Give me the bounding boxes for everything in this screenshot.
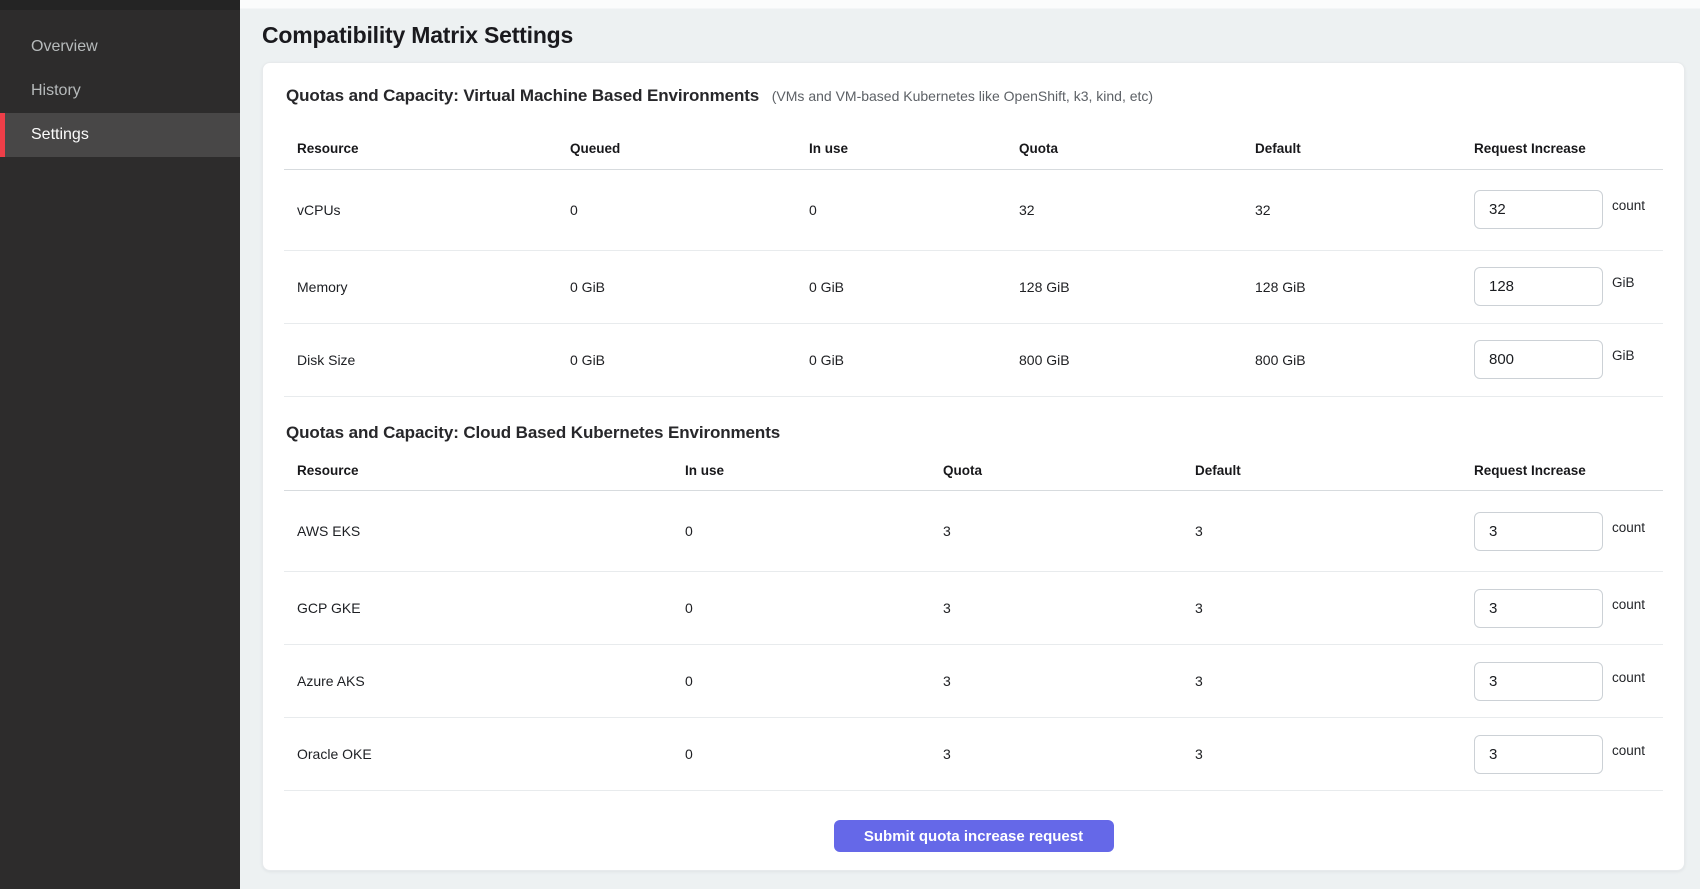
value-cell: 0 [557,169,796,250]
app-window: Overview History Settings Compatibility … [0,0,1700,889]
main-content: Compatibility Matrix Settings Quotas and… [240,0,1700,889]
column-header: Resource [284,451,672,491]
value-cell: 3 [1182,718,1461,791]
column-header: Quota [1006,129,1242,169]
value-cell: 0 [672,572,930,645]
table-row: Memory0 GiB0 GiB128 GiB128 GiBGiB [284,250,1663,323]
value-cell: 0 GiB [796,250,1006,323]
sidebar-nav: Overview History Settings [0,0,240,157]
request-increase-cell: count [1461,169,1663,250]
value-cell: 0 [672,645,930,718]
column-header: Default [1182,451,1461,491]
value-cell: 32 [1006,169,1242,250]
value-cell: 3 [930,645,1182,718]
unit-label: count [1612,520,1645,535]
vm-section-title-text: Quotas and Capacity: Virtual Machine Bas… [286,86,759,105]
value-cell: 0 GiB [796,323,1006,396]
header-row: ResourceIn useQuotaDefaultRequest Increa… [284,451,1663,491]
vm-quotas-section: Quotas and Capacity: Virtual Machine Bas… [284,83,1663,397]
sidebar-item-settings[interactable]: Settings [0,113,240,157]
resource-cell: GCP GKE [284,572,672,645]
request-increase-cell: GiB [1461,250,1663,323]
resource-cell: AWS EKS [284,491,672,572]
vm-quota-table: ResourceQueuedIn useQuotaDefaultRequest … [284,129,1663,397]
value-cell: 128 GiB [1242,250,1461,323]
vm-section-subtitle: (VMs and VM-based Kubernetes like OpenSh… [772,88,1153,104]
table-row: vCPUs003232count [284,169,1663,250]
request-increase-cell: GiB [1461,323,1663,396]
value-cell: 0 GiB [557,250,796,323]
unit-label: count [1612,670,1645,685]
request-increase-cell: count [1461,718,1663,791]
unit-label: GiB [1612,348,1635,363]
unit-label: GiB [1612,275,1635,290]
cloud-quotas-section: Quotas and Capacity: Cloud Based Kuberne… [284,420,1663,792]
header-row: ResourceQueuedIn useQuotaDefaultRequest … [284,129,1663,169]
cloud-section-title-text: Quotas and Capacity: Cloud Based Kuberne… [286,423,780,442]
value-cell: 3 [930,718,1182,791]
cloud-section-title: Quotas and Capacity: Cloud Based Kuberne… [286,420,1663,446]
value-cell: 3 [1182,572,1461,645]
value-cell: 3 [1182,491,1461,572]
cloud-quota-table: ResourceIn useQuotaDefaultRequest Increa… [284,451,1663,792]
table-row: Disk Size0 GiB0 GiB800 GiB800 GiBGiB [284,323,1663,396]
column-header: Quota [930,451,1182,491]
column-header: Queued [557,129,796,169]
request-increase-input[interactable] [1474,512,1603,551]
resource-cell: Oracle OKE [284,718,672,791]
submit-row: Submit quota increase request [284,820,1663,852]
submit-quota-increase-button[interactable]: Submit quota increase request [834,820,1114,852]
value-cell: 3 [930,572,1182,645]
request-increase-input[interactable] [1474,340,1603,379]
request-increase-cell: count [1461,645,1663,718]
resource-cell: Azure AKS [284,645,672,718]
value-cell: 800 GiB [1242,323,1461,396]
value-cell: 800 GiB [1006,323,1242,396]
unit-label: count [1612,743,1645,758]
request-increase-input[interactable] [1474,190,1603,229]
request-increase-input[interactable] [1474,735,1603,774]
column-header: In use [672,451,930,491]
table-row: GCP GKE033count [284,572,1663,645]
column-header: Resource [284,129,557,169]
value-cell: 128 GiB [1006,250,1242,323]
value-cell: 0 [672,718,930,791]
value-cell: 3 [930,491,1182,572]
request-increase-input[interactable] [1474,267,1603,306]
value-cell: 0 GiB [557,323,796,396]
unit-label: count [1612,597,1645,612]
sidebar-item-history[interactable]: History [0,69,240,113]
value-cell: 3 [1182,645,1461,718]
request-increase-cell: count [1461,491,1663,572]
request-increase-cell: count [1461,572,1663,645]
resource-cell: vCPUs [284,169,557,250]
table-row: AWS EKS033count [284,491,1663,572]
column-header: Default [1242,129,1461,169]
page-title: Compatibility Matrix Settings [262,20,1685,50]
table-row: Azure AKS033count [284,645,1663,718]
resource-cell: Disk Size [284,323,557,396]
sidebar: Overview History Settings [0,0,240,889]
request-increase-input[interactable] [1474,662,1603,701]
sidebar-top-strip [0,0,240,10]
value-cell: 0 [796,169,1006,250]
value-cell: 0 [672,491,930,572]
unit-label: count [1612,198,1645,213]
sidebar-item-overview[interactable]: Overview [0,25,240,69]
table-row: Oracle OKE033count [284,718,1663,791]
resource-cell: Memory [284,250,557,323]
value-cell: 32 [1242,169,1461,250]
vm-section-title: Quotas and Capacity: Virtual Machine Bas… [286,83,1663,109]
column-header: Request Increase [1461,129,1663,169]
column-header: Request Increase [1461,451,1663,491]
request-increase-input[interactable] [1474,589,1603,628]
quota-settings-card: Quotas and Capacity: Virtual Machine Bas… [262,62,1685,871]
column-header: In use [796,129,1006,169]
